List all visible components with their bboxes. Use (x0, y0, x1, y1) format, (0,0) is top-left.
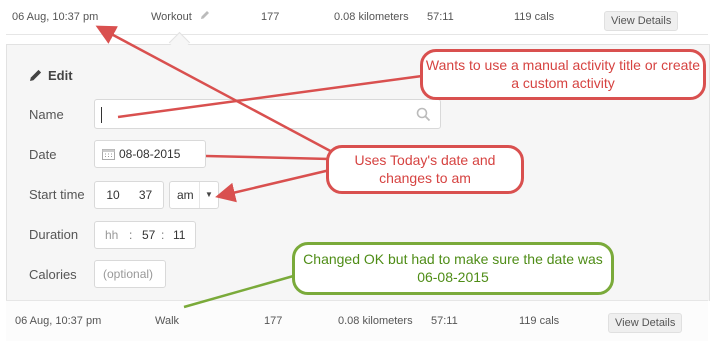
edit-title-text: Edit (48, 68, 73, 83)
activity-calories: 119 cals (519, 315, 560, 327)
edit-title: Edit (29, 68, 73, 83)
calories-label: Calories (29, 267, 77, 282)
date-field[interactable]: 08-08-2015 (94, 140, 206, 168)
annotation-text: Uses Today's date and changes to am (354, 152, 496, 186)
duration-label: Duration (29, 227, 79, 242)
time-separator: : (161, 228, 165, 242)
activity-datetime: 06 Aug, 10:37 pm (12, 11, 99, 23)
activity-name-text: Workout (151, 11, 192, 23)
activity-duration: 57:11 (431, 315, 458, 327)
pencil-icon[interactable] (199, 9, 211, 21)
name-input[interactable] (94, 99, 441, 129)
activity-duration: 57:11 (427, 11, 454, 23)
activity-distance: 0.08 kilometers (334, 11, 409, 23)
pencil-icon (30, 69, 42, 81)
calendar-icon (102, 149, 115, 160)
start-time-label: Start time (29, 187, 85, 202)
duration-hours[interactable]: hh (105, 222, 118, 248)
activity-steps: 177 (264, 315, 283, 327)
view-details-button[interactable]: View Details (608, 313, 683, 333)
duration-seconds[interactable]: 11 (173, 222, 185, 248)
text-cursor (101, 107, 102, 123)
start-minute-field[interactable]: 37 (128, 181, 164, 209)
calories-input[interactable]: (optional) (94, 260, 166, 288)
annotation-date-am: Uses Today's date and changes to am (326, 145, 524, 194)
date-value: 08-08-2015 (119, 147, 181, 161)
annotation-text: Changed OK but had to make sure the date… (303, 251, 603, 285)
am-pm-select[interactable]: am ▼ (169, 181, 219, 209)
am-pm-value: am (177, 188, 194, 202)
activity-datetime: 06 Aug, 10:37 pm (15, 315, 102, 327)
date-label: Date (29, 147, 57, 162)
duration-minutes[interactable]: 57 (142, 222, 155, 248)
activity-distance: 0.08 kilometers (338, 315, 413, 327)
activity-name: Walk (155, 315, 180, 327)
activity-steps: 177 (261, 11, 280, 23)
annotation-manual-title: Wants to use a manual activity title or … (420, 49, 706, 100)
search-icon[interactable] (416, 107, 431, 122)
view-details-button[interactable]: View Details (604, 11, 679, 31)
start-hour-field[interactable]: 10 (94, 181, 132, 209)
duration-field[interactable]: hh : 57 : 11 (94, 221, 196, 249)
activity-name[interactable]: Workout (151, 0, 211, 34)
annotation-changed-ok: Changed OK but had to make sure the date… (292, 242, 614, 295)
name-label: Name (29, 107, 64, 122)
activity-row-workout: 06 Aug, 10:37 pm Workout 177 0.08 kilome… (6, 0, 708, 35)
annotation-text: Wants to use a manual activity title or … (425, 57, 701, 91)
activity-row-walk: 06 Aug, 10:37 pm Walk 177 0.08 kilometer… (6, 300, 708, 341)
time-separator: : (129, 228, 133, 242)
chevron-down-icon[interactable]: ▼ (199, 182, 218, 208)
activity-calories: 119 cals (514, 11, 555, 23)
